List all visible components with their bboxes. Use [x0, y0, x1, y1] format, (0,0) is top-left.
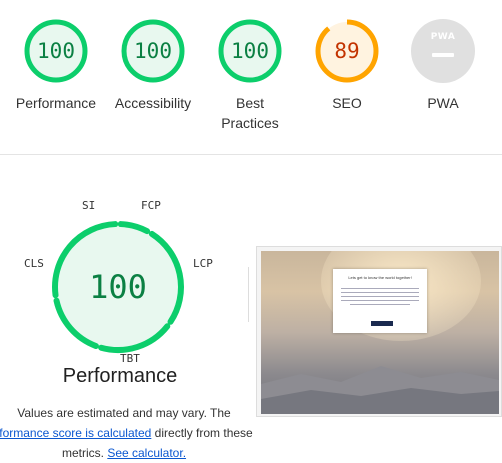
see-calculator-link[interactable]: See calculator. [107, 446, 186, 460]
note-line-3: metrics. See calculator. [0, 443, 258, 463]
gauge-ring: 100 [23, 18, 89, 84]
gauge-ring: PWA [410, 18, 476, 84]
dialog-button [371, 321, 393, 326]
metric-label-tbt: TBT [120, 352, 140, 365]
gauge-performance[interactable]: 100 Performance [11, 18, 101, 113]
dialog-text-line [341, 288, 419, 289]
gauge-score: 89 [334, 39, 360, 63]
gauge-label: SEO [332, 95, 362, 111]
dialog-text-line [341, 296, 419, 297]
gauge-score: 100 [37, 39, 75, 63]
gauge-accessibility[interactable]: 100 Accessibility [108, 18, 198, 113]
performance-big-score: 100 [89, 268, 147, 306]
screenshot-dialog: Lets get to know the world together! [333, 269, 427, 333]
dialog-text-line [341, 292, 419, 293]
final-screenshot[interactable]: Lets get to know the world together! [256, 246, 502, 417]
score-calculated-link[interactable]: rformance score is calculated [0, 426, 151, 440]
gauge-ring: 100 [217, 18, 283, 84]
metric-label-lcp: LCP [193, 257, 213, 270]
metric-label-fcp: FCP [141, 199, 161, 212]
dialog-text-line [350, 304, 410, 305]
gauge-label: Best Practices [221, 95, 279, 131]
gauge-label: Performance [15, 95, 97, 111]
performance-detail: 100 SI FCP LCP TBT CLS Performance Value… [0, 155, 502, 460]
gauge-ring: 89 [314, 18, 380, 84]
dialog-text-line [341, 300, 419, 301]
dialog-title: Lets get to know the world together! [348, 275, 412, 280]
gauge-ring: 100 [120, 18, 186, 84]
gauge-score: 100 [231, 39, 269, 63]
note-line-2-text: directly from these [151, 426, 253, 440]
gauge-label: Accessibility [114, 95, 192, 111]
note-line-2: rformance score is calculated directly f… [0, 423, 258, 443]
scroll-divider [248, 267, 249, 322]
note-line-3-text: metrics. [61, 446, 108, 460]
gauge-pwa[interactable]: PWA PWA [398, 18, 488, 113]
category-scores: 100 Performance 100 Accessibility 100 Be… [0, 0, 502, 155]
gauge-seo[interactable]: 89 SEO [302, 18, 392, 113]
performance-title: Performance [62, 365, 178, 387]
mountain-silhouette [261, 366, 499, 414]
note-line-1: Values are estimated and may vary. The [17, 406, 231, 420]
gauge-best-practices[interactable]: 100 Best Practices [205, 18, 295, 133]
gauge-label: PWA [427, 95, 459, 111]
metric-label-si: SI [82, 199, 96, 212]
metric-label-cls: CLS [24, 257, 44, 270]
pwa-dash [432, 53, 454, 57]
screenshot-image: Lets get to know the world together! [261, 251, 499, 414]
gauge-score: 100 [134, 39, 172, 63]
performance-note: Values are estimated and may vary. The r… [0, 403, 258, 463]
pwa-badge-icon: PWA [430, 32, 456, 42]
